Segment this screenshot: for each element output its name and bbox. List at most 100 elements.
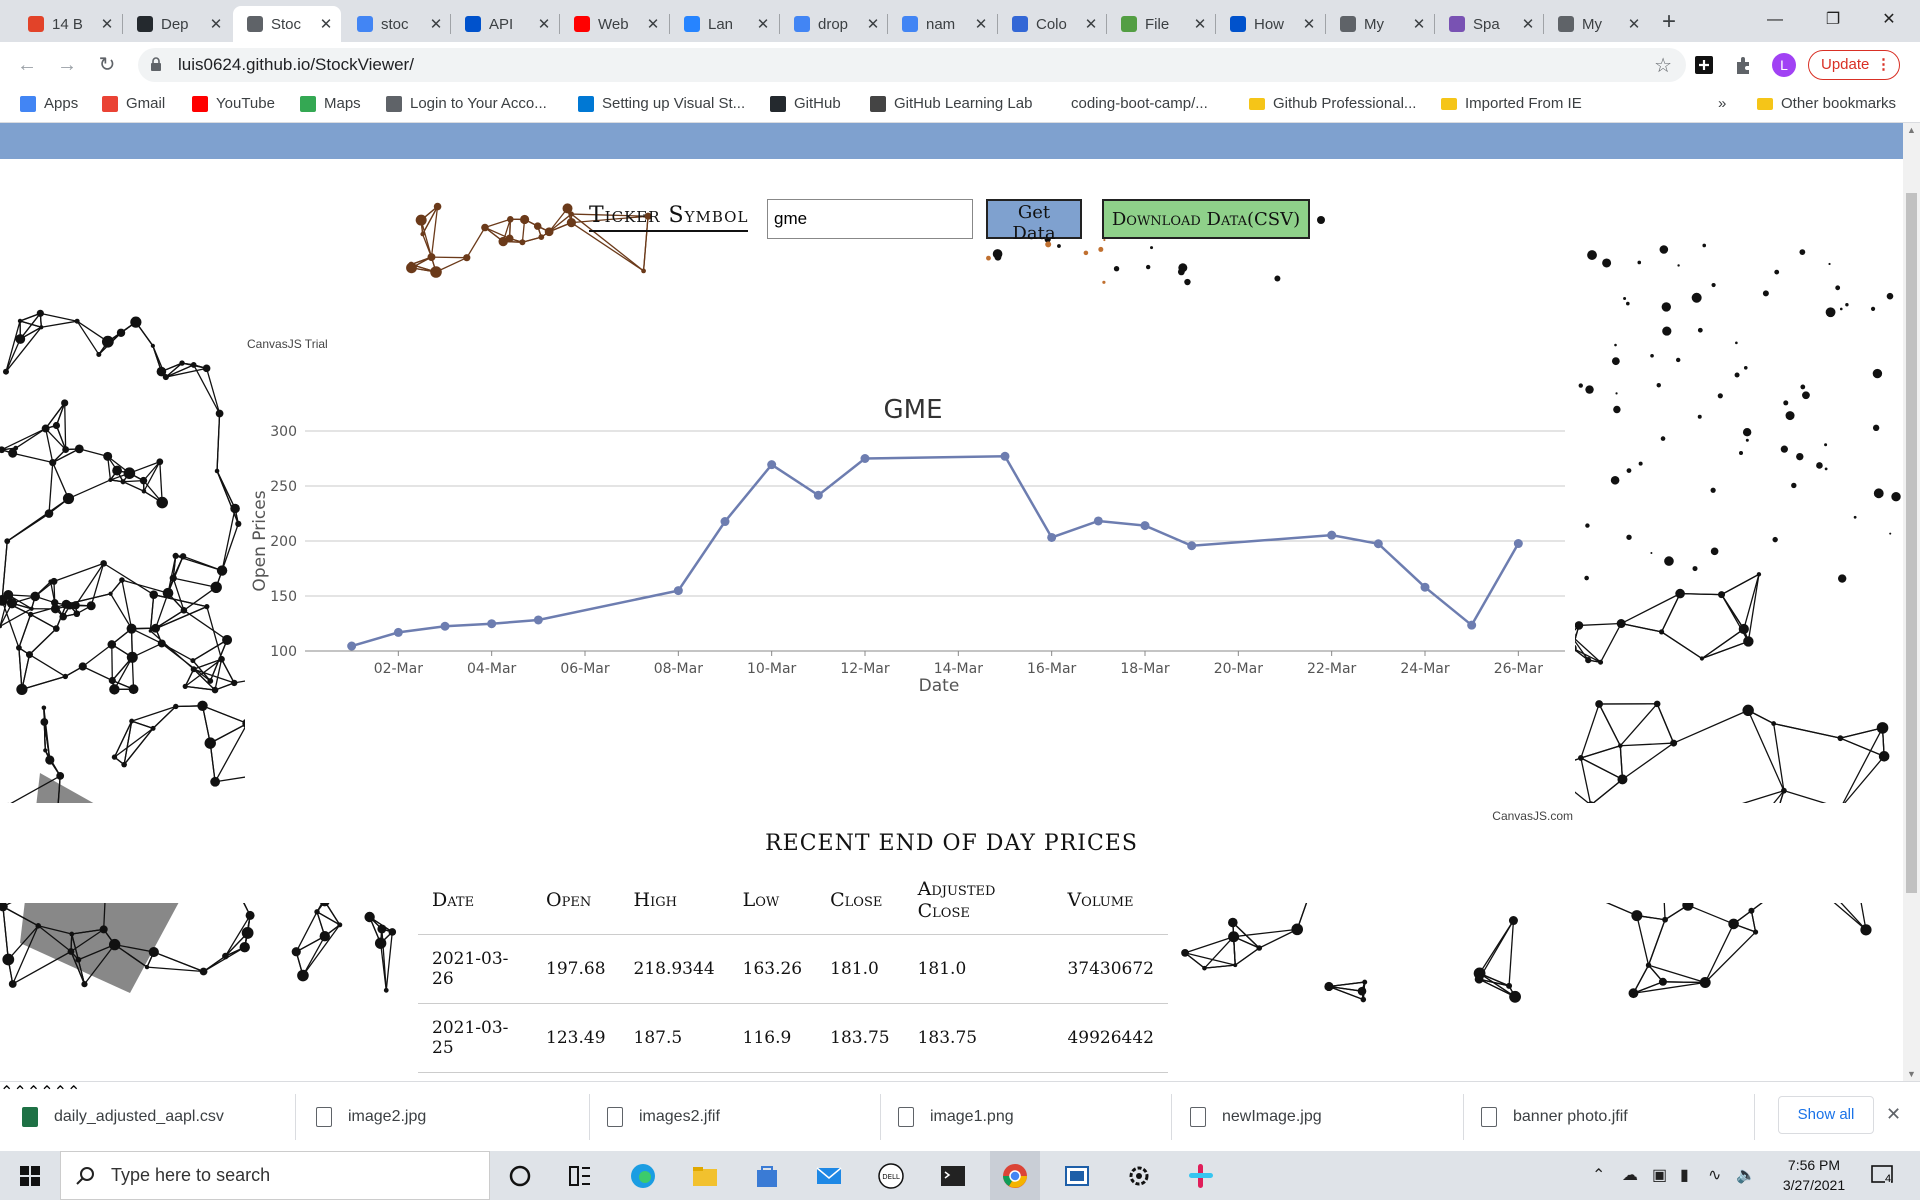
download-item[interactable]: image2.jpg: [316, 1082, 426, 1152]
tab-close-icon[interactable]: ✕: [644, 15, 662, 33]
browser-tab[interactable]: stoc ✕: [343, 6, 451, 42]
tab-close-icon[interactable]: ✕: [98, 15, 116, 33]
bookmark-item[interactable]: GitHub Learning Lab: [870, 95, 1032, 112]
terminal-icon[interactable]: [938, 1161, 968, 1191]
tab-close-icon[interactable]: ✕: [1410, 15, 1428, 33]
tab-title: How: [1254, 15, 1285, 33]
maximize-button[interactable]: ❐: [1810, 0, 1856, 40]
browser-tab[interactable]: API ✕: [451, 6, 559, 42]
scroll-down-icon[interactable]: ▼: [1907, 1069, 1916, 1079]
close-window-button[interactable]: ✕: [1866, 0, 1912, 40]
minimize-button[interactable]: —: [1752, 0, 1798, 40]
tab-close-icon[interactable]: ✕: [1082, 15, 1100, 33]
download-item[interactable]: image1.png: [898, 1082, 1014, 1152]
bookmark-item[interactable]: Login to Your Acco...: [386, 95, 547, 112]
dell-icon[interactable]: DELL: [876, 1161, 906, 1191]
wifi-icon[interactable]: ∿: [1708, 1165, 1721, 1185]
tab-close-icon[interactable]: ✕: [754, 15, 772, 33]
scroll-up-icon[interactable]: ▲: [1907, 125, 1916, 135]
folder-icon: [1441, 97, 1457, 110]
extension-plus-icon[interactable]: [1692, 53, 1716, 77]
file-explorer-icon[interactable]: [690, 1161, 720, 1191]
forward-button[interactable]: →: [53, 51, 81, 79]
download-item[interactable]: newImage.jpg: [1190, 1082, 1322, 1152]
address-bar[interactable]: luis0624.github.io/StockViewer/ ☆: [138, 48, 1686, 82]
onedrive-icon[interactable]: ☁: [1622, 1165, 1638, 1185]
download-csv-button[interactable]: Download Data(CSV): [1102, 199, 1310, 239]
tray-expand-icon[interactable]: ⌃: [1592, 1165, 1605, 1185]
edge-icon[interactable]: [628, 1161, 658, 1191]
tab-close-icon[interactable]: ✕: [1625, 15, 1643, 33]
tab-close-icon[interactable]: ✕: [427, 15, 445, 33]
back-button[interactable]: ←: [13, 51, 41, 79]
browser-tab[interactable]: Web ✕: [560, 6, 668, 42]
bookmark-item[interactable]: Imported From IE: [1441, 95, 1582, 112]
browser-tab[interactable]: drop ✕: [780, 6, 888, 42]
show-all-downloads-button[interactable]: Show all: [1778, 1096, 1874, 1134]
chevron-up-icon[interactable]: ⌃: [0, 1084, 13, 1101]
taskbar-search-box[interactable]: Type here to search: [60, 1151, 490, 1200]
battery-icon[interactable]: ▮: [1680, 1165, 1689, 1185]
browser-tab[interactable]: Dep ✕: [123, 6, 231, 42]
chrome-icon[interactable]: [1000, 1161, 1030, 1191]
download-item[interactable]: daily_adjusted_aapl.csv: [22, 1082, 224, 1152]
cortana-icon[interactable]: [505, 1161, 535, 1191]
browser-tab[interactable]: How ✕: [1216, 6, 1324, 42]
new-tab-button[interactable]: +: [1655, 8, 1683, 36]
browser-tab[interactable]: My ✕: [1544, 6, 1649, 42]
bookmark-item[interactable]: Apps: [20, 95, 78, 112]
tab-close-icon[interactable]: ✕: [317, 15, 335, 33]
bookmark-item[interactable]: GitHub: [770, 95, 841, 112]
page-scrollbar[interactable]: ▲ ▼: [1903, 123, 1920, 1081]
update-button[interactable]: Update ⋮: [1808, 50, 1900, 80]
tab-close-icon[interactable]: ✕: [972, 15, 990, 33]
canvasjs-credit-link[interactable]: CanvasJS.com: [1492, 809, 1573, 823]
browser-tab[interactable]: My ✕: [1326, 6, 1434, 42]
tab-close-icon[interactable]: ✕: [535, 15, 553, 33]
search-icon: [76, 1167, 94, 1185]
tab-close-icon[interactable]: ✕: [1191, 15, 1209, 33]
x-tick-label: 26-Mar: [1494, 661, 1544, 677]
browser-tab[interactable]: 14 B ✕: [14, 6, 122, 42]
bookmark-item[interactable]: Setting up Visual St...: [578, 95, 745, 112]
app-window-icon[interactable]: [1062, 1161, 1092, 1191]
ticker-input[interactable]: [767, 199, 973, 239]
store-icon[interactable]: [752, 1161, 782, 1191]
browser-tab[interactable]: File ✕: [1107, 6, 1215, 42]
bookmark-item[interactable]: coding-boot-camp/...: [1063, 95, 1208, 112]
reload-button[interactable]: ↻: [93, 51, 121, 79]
mail-icon[interactable]: [814, 1161, 844, 1191]
browser-tab[interactable]: Stoc ✕: [233, 6, 341, 42]
volume-icon[interactable]: 🔈: [1736, 1165, 1756, 1185]
bookmark-item[interactable]: Gmail: [102, 95, 165, 112]
taskbar-clock[interactable]: 7:56 PM 3/27/2021: [1774, 1155, 1854, 1195]
bookmark-star-icon[interactable]: ☆: [1654, 53, 1672, 78]
bookmark-item[interactable]: Maps: [300, 95, 361, 112]
download-item[interactable]: images2.jfif: [607, 1082, 720, 1152]
other-bookmarks-folder[interactable]: Other bookmarks: [1757, 95, 1896, 112]
bookmark-item[interactable]: YouTube: [192, 95, 275, 112]
profile-avatar[interactable]: L: [1772, 53, 1796, 77]
download-item[interactable]: banner photo.jfif: [1481, 1082, 1628, 1152]
tab-close-icon[interactable]: ✕: [1300, 15, 1318, 33]
browser-tab[interactable]: nam ✕: [888, 6, 996, 42]
get-data-button[interactable]: Get Data: [986, 199, 1082, 244]
tab-close-icon[interactable]: ✕: [207, 15, 225, 33]
task-view-icon[interactable]: [565, 1161, 595, 1191]
browser-tab[interactable]: Colo ✕: [998, 6, 1106, 42]
windows-start-icon[interactable]: [0, 1151, 60, 1200]
security-icon[interactable]: ▣: [1652, 1165, 1667, 1185]
slack-icon[interactable]: [1186, 1161, 1216, 1191]
settings-gear-icon[interactable]: [1124, 1161, 1154, 1191]
extensions-puzzle-icon[interactable]: [1732, 53, 1756, 77]
close-downloads-bar-icon[interactable]: ✕: [1886, 1104, 1901, 1125]
bookmark-item[interactable]: Github Professional...: [1249, 95, 1416, 112]
scrollbar-thumb[interactable]: [1906, 193, 1917, 893]
notification-center-icon[interactable]: 4: [1870, 1163, 1894, 1187]
bookmarks-overflow-button[interactable]: »: [1718, 95, 1726, 112]
browser-tab[interactable]: Spa ✕: [1435, 6, 1543, 42]
tab-close-icon[interactable]: ✕: [1519, 15, 1537, 33]
browser-tab[interactable]: Lan ✕: [670, 6, 778, 42]
tab-close-icon[interactable]: ✕: [864, 15, 882, 33]
tab-separator: [1215, 14, 1216, 34]
